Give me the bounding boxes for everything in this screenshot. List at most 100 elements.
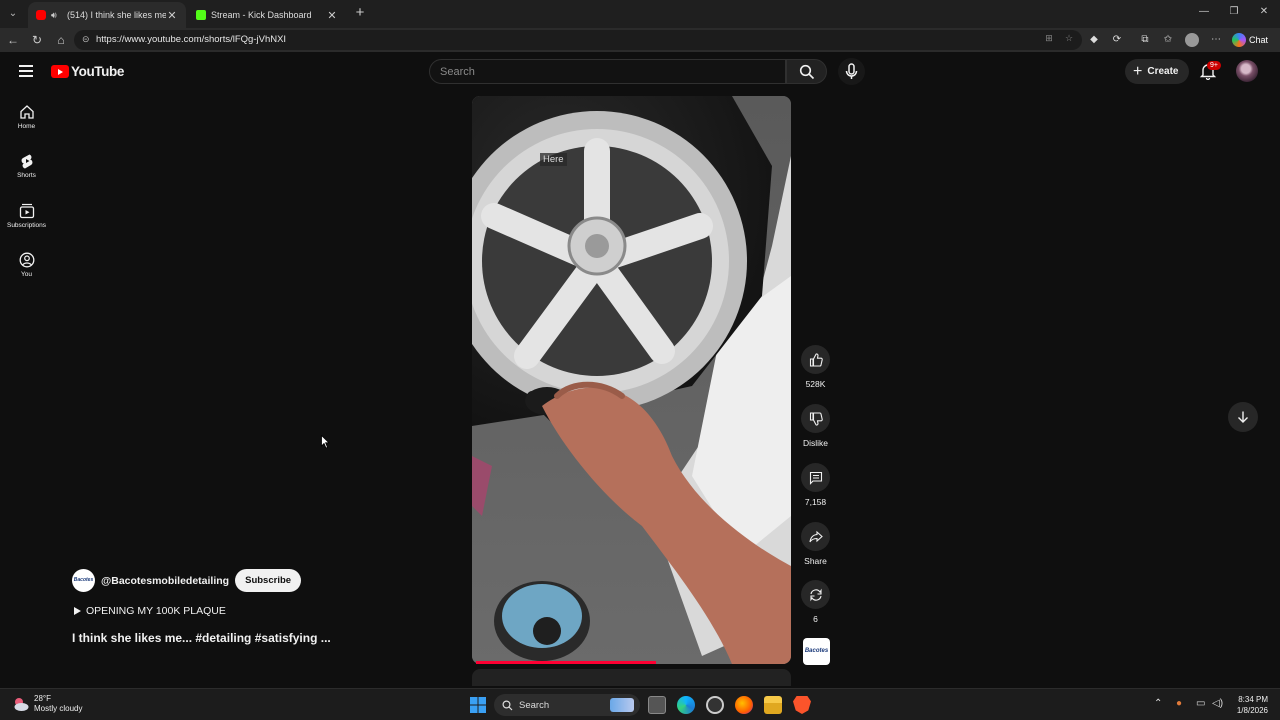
account-avatar[interactable] bbox=[1236, 60, 1258, 82]
mouse-cursor-icon bbox=[321, 435, 330, 449]
like-action[interactable]: 528K bbox=[799, 345, 832, 389]
tab-title: Stream - Kick Dashboard bbox=[211, 10, 312, 20]
clock-date: 1/8/2026 bbox=[1236, 706, 1268, 715]
guide-label: Home bbox=[17, 123, 36, 130]
file-explorer-icon[interactable] bbox=[764, 696, 782, 714]
remix-count: 6 bbox=[813, 614, 818, 624]
comments-action[interactable]: 7,158 bbox=[799, 463, 832, 507]
tab-kick[interactable]: Stream - Kick Dashboard ✕ bbox=[188, 2, 346, 28]
comment-icon bbox=[809, 471, 822, 485]
taskbar-search-label: Search bbox=[519, 699, 550, 711]
taskbar-search[interactable]: Search bbox=[494, 694, 640, 716]
youtube-header: YouTube + Create 9+ bbox=[0, 52, 1280, 92]
reload-icon[interactable]: ↻ bbox=[29, 32, 45, 48]
weather-condition: Mostly cloudy bbox=[34, 704, 83, 713]
favorites-icon[interactable]: ✩ bbox=[1161, 33, 1175, 47]
dislike-button[interactable] bbox=[801, 404, 830, 433]
channel-row: Bacotes @Bacotesmobiledetailing Subscrib… bbox=[72, 569, 302, 592]
remix-action[interactable]: 6 bbox=[799, 580, 832, 624]
channel-avatar[interactable]: Bacotes bbox=[72, 569, 95, 592]
dislike-label: Dislike bbox=[802, 438, 829, 448]
microphone-icon bbox=[845, 63, 858, 79]
video-progress-bar[interactable] bbox=[476, 661, 656, 664]
channel-sound-thumbnail[interactable]: Bacotes bbox=[803, 638, 830, 665]
like-button[interactable] bbox=[801, 345, 830, 374]
volume-icon[interactable]: ◁) bbox=[1212, 698, 1223, 709]
windows-start-icon[interactable] bbox=[469, 696, 487, 714]
arrow-down-icon bbox=[1238, 411, 1248, 423]
guide-item-you[interactable]: You bbox=[0, 252, 53, 278]
subscribe-button[interactable]: Subscribe bbox=[235, 569, 302, 592]
remix-button[interactable] bbox=[801, 580, 830, 609]
copilot-chat-button[interactable]: Chat bbox=[1232, 31, 1268, 49]
profile-icon[interactable] bbox=[1185, 33, 1199, 47]
window-close-icon[interactable]: ✕ bbox=[1256, 6, 1272, 17]
thumbs-up-icon bbox=[809, 352, 823, 367]
play-triangle-icon bbox=[74, 607, 81, 615]
tab-list-chevron-icon[interactable]: ⌄ bbox=[4, 5, 22, 23]
dislike-action[interactable]: Dislike bbox=[799, 404, 832, 448]
guide-label: You bbox=[21, 271, 32, 278]
search-button[interactable] bbox=[786, 59, 827, 84]
app-available-icon[interactable]: ⊞ bbox=[1042, 33, 1056, 47]
notification-count-badge: 9+ bbox=[1207, 61, 1221, 70]
search-box bbox=[429, 59, 827, 84]
extensions-icon[interactable]: ⧉ bbox=[1138, 33, 1152, 47]
clock-time: 8:34 PM bbox=[1238, 695, 1268, 704]
settings-app-icon[interactable] bbox=[706, 696, 724, 714]
site-info-icon[interactable]: ⊝ bbox=[82, 34, 92, 46]
share-arrow-icon bbox=[808, 530, 823, 542]
windows-taskbar: 28°F Mostly cloudy Search ⌃ ● ▭ ◁) 8:34 … bbox=[0, 688, 1280, 720]
brave-browser-icon[interactable] bbox=[793, 696, 811, 714]
guide-item-subscriptions[interactable]: Subscriptions bbox=[0, 203, 53, 229]
url-text[interactable]: https://www.youtube.com/shorts/lFQg-jVhN… bbox=[96, 34, 286, 45]
speaker-icon[interactable]: 🔊︎ bbox=[51, 10, 63, 20]
next-short-preview[interactable] bbox=[472, 669, 791, 686]
voice-search-button[interactable] bbox=[838, 58, 865, 85]
extension-puzzle-icon[interactable]: ⟳ bbox=[1110, 33, 1124, 47]
video-caption: Here bbox=[540, 153, 567, 166]
back-icon[interactable]: ← bbox=[5, 32, 21, 48]
chat-label: Chat bbox=[1249, 35, 1269, 45]
comments-button[interactable] bbox=[801, 463, 830, 492]
shorts-icon bbox=[21, 154, 32, 169]
microphone-in-use-icon[interactable]: ● bbox=[1176, 698, 1182, 709]
close-tab-icon[interactable]: ✕ bbox=[326, 9, 338, 22]
edge-browser-icon[interactable] bbox=[677, 696, 695, 714]
tab-title: (514) I think she likes me... #d bbox=[67, 10, 166, 20]
tray-overflow-icon[interactable]: ⌃ bbox=[1154, 698, 1162, 709]
more-menu-icon[interactable]: ⋯ bbox=[1209, 33, 1223, 47]
favorite-star-icon[interactable]: ☆ bbox=[1062, 33, 1076, 47]
hamburger-menu-icon[interactable] bbox=[19, 65, 33, 77]
restore-icon[interactable]: ❐ bbox=[1226, 6, 1242, 17]
create-label: Create bbox=[1147, 66, 1179, 77]
next-video-button[interactable] bbox=[1228, 402, 1258, 432]
minimize-icon[interactable]: — bbox=[1196, 6, 1212, 17]
guide-item-home[interactable]: Home bbox=[0, 104, 53, 130]
address-bar[interactable]: ⊝ https://www.youtube.com/shorts/lFQg-jV… bbox=[74, 30, 1082, 50]
browser-tab-strip: ⌄ 🔊︎ (514) I think she likes me... #d ✕ … bbox=[0, 0, 1280, 28]
firefox-icon[interactable] bbox=[735, 696, 753, 714]
weather-widget[interactable]: 28°F Mostly cloudy bbox=[12, 694, 82, 714]
home-browser-icon[interactable]: ⌂ bbox=[53, 32, 69, 48]
shorts-video-player[interactable] bbox=[472, 96, 791, 664]
channel-name[interactable]: @Bacotesmobiledetailing bbox=[101, 575, 229, 587]
share-action[interactable]: Share bbox=[799, 522, 832, 566]
task-view-icon[interactable] bbox=[648, 696, 666, 714]
guide-item-shorts[interactable]: Shorts bbox=[0, 153, 53, 179]
close-tab-icon[interactable]: ✕ bbox=[166, 9, 178, 22]
home-icon bbox=[19, 105, 34, 119]
tab-youtube[interactable]: 🔊︎ (514) I think she likes me... #d ✕ bbox=[28, 2, 186, 28]
extension-diamond-icon[interactable]: ◆ bbox=[1087, 33, 1101, 47]
share-button[interactable] bbox=[801, 522, 830, 551]
system-clock[interactable]: 8:34 PM 1/8/2026 bbox=[1228, 694, 1268, 716]
network-icon[interactable]: ▭ bbox=[1196, 698, 1205, 709]
create-button[interactable]: + Create bbox=[1125, 59, 1189, 84]
new-tab-icon[interactable]: + bbox=[352, 5, 368, 21]
search-input[interactable] bbox=[429, 59, 786, 84]
youtube-logo[interactable]: YouTube bbox=[51, 64, 124, 79]
video-frame bbox=[472, 96, 791, 664]
playlist-link[interactable]: OPENING MY 100K PLAQUE bbox=[72, 605, 226, 617]
search-highlight-icon bbox=[610, 698, 634, 712]
video-title[interactable]: I think she likes me... #detailing #sati… bbox=[72, 631, 331, 645]
